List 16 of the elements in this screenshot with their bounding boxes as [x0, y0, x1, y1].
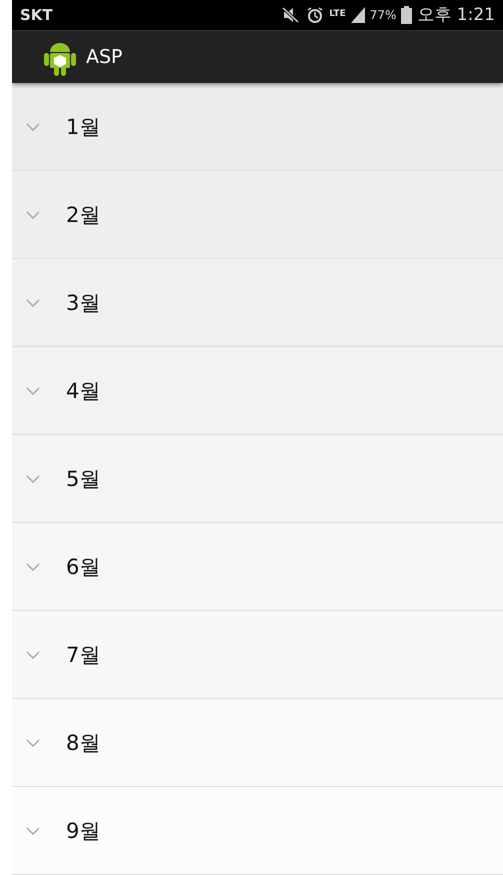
month-group-row[interactable]: 4월 [12, 347, 503, 435]
network-type: LTE [329, 10, 346, 20]
month-group-row[interactable]: 5월 [12, 435, 503, 523]
battery-icon [401, 6, 412, 24]
battery-percent: 77% [370, 8, 396, 22]
month-group-row[interactable]: 8월 [12, 699, 503, 787]
month-group-row[interactable]: 3월 [12, 259, 503, 347]
month-group-row[interactable]: 6월 [12, 523, 503, 611]
app-title: ASP [86, 46, 123, 68]
clock-time: 오후 1:21 [417, 4, 495, 26]
month-group-row[interactable]: 2월 [12, 171, 503, 259]
carrier-name: SKT [20, 6, 53, 24]
signal-icon [350, 6, 365, 23]
month-group-row[interactable]: 7월 [12, 611, 503, 699]
month-group-row[interactable]: 1월 [12, 83, 503, 171]
alarm-icon [306, 6, 324, 24]
